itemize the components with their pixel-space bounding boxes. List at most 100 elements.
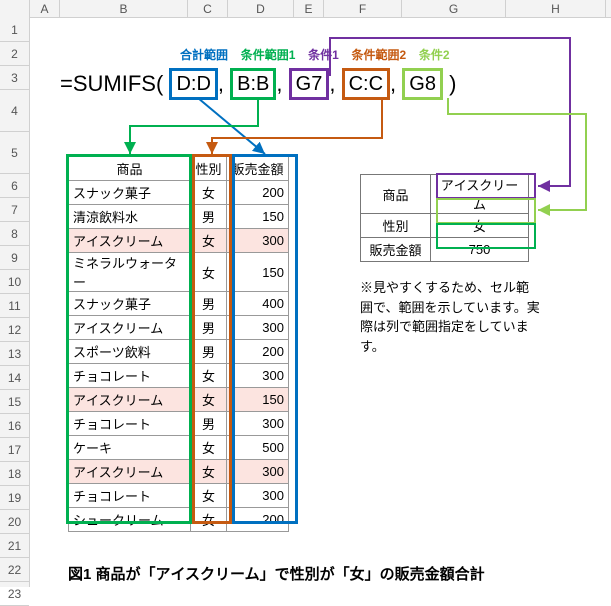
- cell-amount[interactable]: 150: [227, 388, 289, 412]
- cell-product[interactable]: ケーキ: [69, 436, 191, 460]
- table-row[interactable]: ケーキ女500: [69, 436, 289, 460]
- row-header-23[interactable]: 23: [0, 582, 29, 606]
- cell-product[interactable]: スナック菓子: [69, 181, 191, 205]
- col-header-D[interactable]: D: [228, 0, 294, 17]
- row-header-22[interactable]: 22: [0, 558, 29, 582]
- cell-amount[interactable]: 300: [227, 484, 289, 508]
- row-header-17[interactable]: 17: [0, 438, 29, 462]
- cell-sex[interactable]: 女: [191, 253, 227, 292]
- cell-sex[interactable]: 女: [191, 364, 227, 388]
- cell-sex[interactable]: 女: [191, 181, 227, 205]
- cell-amount[interactable]: 300: [227, 460, 289, 484]
- label-crit1: 条件1: [308, 46, 339, 63]
- formula-arg-labels: 合計範囲 条件範囲1 条件1 条件範囲2 条件2: [180, 46, 450, 63]
- label-crit-range1: 条件範囲1: [241, 46, 296, 63]
- row-header-8[interactable]: 8: [0, 222, 29, 246]
- cell-amount[interactable]: 150: [227, 205, 289, 229]
- row-header-7[interactable]: 7: [0, 198, 29, 222]
- cell-product[interactable]: スナック菓子: [69, 292, 191, 316]
- cell-amount[interactable]: 200: [227, 508, 289, 532]
- lookup-value[interactable]: 750: [431, 238, 529, 262]
- row-header-14[interactable]: 14: [0, 366, 29, 390]
- cell-product[interactable]: アイスクリーム: [69, 460, 191, 484]
- cell-product[interactable]: 清涼飲料水: [69, 205, 191, 229]
- cell-amount[interactable]: 300: [227, 229, 289, 253]
- row-header-13[interactable]: 13: [0, 342, 29, 366]
- cell-product[interactable]: チョコレート: [69, 364, 191, 388]
- table-row[interactable]: アイスクリーム女300: [69, 229, 289, 253]
- cell-sex[interactable]: 男: [191, 340, 227, 364]
- table-row[interactable]: アイスクリーム女150: [69, 388, 289, 412]
- arg-crit-range2: C:C: [342, 68, 390, 100]
- cell-product[interactable]: シュークリーム: [69, 508, 191, 532]
- cell-amount[interactable]: 300: [227, 316, 289, 340]
- cell-sex[interactable]: 女: [191, 229, 227, 253]
- row-header-5[interactable]: 5: [0, 132, 29, 174]
- row-header-19[interactable]: 19: [0, 486, 29, 510]
- row-header-18[interactable]: 18: [0, 462, 29, 486]
- col-header-B[interactable]: B: [60, 0, 188, 17]
- row-header-6[interactable]: 6: [0, 174, 29, 198]
- cell-sex[interactable]: 男: [191, 412, 227, 436]
- row-header-2[interactable]: 2: [0, 42, 29, 66]
- lookup-row: 商品アイスクリーム: [361, 175, 529, 214]
- col-header-G[interactable]: G: [402, 0, 506, 17]
- sheet-area: 合計範囲 条件範囲1 条件1 条件範囲2 条件2 =SUMIFS( D:D, B…: [30, 18, 611, 587]
- table-header-row: 商品 性別 販売金額: [69, 157, 289, 181]
- cell-product[interactable]: チョコレート: [69, 412, 191, 436]
- lookup-value[interactable]: 女: [431, 214, 529, 238]
- cell-amount[interactable]: 500: [227, 436, 289, 460]
- cell-sex[interactable]: 女: [191, 388, 227, 412]
- row-header-15[interactable]: 15: [0, 390, 29, 414]
- cell-sex[interactable]: 女: [191, 460, 227, 484]
- row-header-1[interactable]: 1: [0, 18, 29, 42]
- cell-product[interactable]: チョコレート: [69, 484, 191, 508]
- lookup-value[interactable]: アイスクリーム: [431, 175, 529, 214]
- cell-sex[interactable]: 男: [191, 316, 227, 340]
- cell-amount[interactable]: 200: [227, 181, 289, 205]
- cell-amount[interactable]: 300: [227, 412, 289, 436]
- col-header-A[interactable]: A: [30, 0, 60, 17]
- table-row[interactable]: シュークリーム女200: [69, 508, 289, 532]
- row-header-4[interactable]: 4: [0, 90, 29, 132]
- table-row[interactable]: アイスクリーム男300: [69, 316, 289, 340]
- row-header-21[interactable]: 21: [0, 534, 29, 558]
- cell-product[interactable]: スポーツ飲料: [69, 340, 191, 364]
- table-row[interactable]: ミネラルウォーター女150: [69, 253, 289, 292]
- table-row[interactable]: チョコレート女300: [69, 364, 289, 388]
- cell-amount[interactable]: 200: [227, 340, 289, 364]
- cell-amount[interactable]: 400: [227, 292, 289, 316]
- table-row[interactable]: スナック菓子男400: [69, 292, 289, 316]
- table-row[interactable]: チョコレート女300: [69, 484, 289, 508]
- cell-product[interactable]: アイスクリーム: [69, 388, 191, 412]
- cell-amount[interactable]: 300: [227, 364, 289, 388]
- cell-sex[interactable]: 女: [191, 508, 227, 532]
- cell-amount[interactable]: 150: [227, 253, 289, 292]
- cell-sex[interactable]: 女: [191, 436, 227, 460]
- formula-display: =SUMIFS( D:D, B:B, G7, C:C, G8 ): [60, 68, 456, 100]
- cell-sex[interactable]: 男: [191, 292, 227, 316]
- table-row[interactable]: スナック菓子女200: [69, 181, 289, 205]
- table-row[interactable]: スポーツ飲料男200: [69, 340, 289, 364]
- cell-product[interactable]: アイスクリーム: [69, 316, 191, 340]
- row-header-16[interactable]: 16: [0, 414, 29, 438]
- table-row[interactable]: 清涼飲料水男150: [69, 205, 289, 229]
- cell-sex[interactable]: 女: [191, 484, 227, 508]
- cell-product[interactable]: ミネラルウォーター: [69, 253, 191, 292]
- table-row[interactable]: チョコレート男300: [69, 412, 289, 436]
- row-header-20[interactable]: 20: [0, 510, 29, 534]
- row-header-10[interactable]: 10: [0, 270, 29, 294]
- col-header-F[interactable]: F: [324, 0, 402, 17]
- header-sex: 性別: [191, 157, 227, 181]
- row-header-12[interactable]: 12: [0, 318, 29, 342]
- col-header-H[interactable]: H: [506, 0, 606, 17]
- cell-sex[interactable]: 男: [191, 205, 227, 229]
- row-header-3[interactable]: 3: [0, 66, 29, 90]
- col-header-E[interactable]: E: [294, 0, 324, 17]
- formula-equals: =: [60, 71, 73, 96]
- col-header-C[interactable]: C: [188, 0, 228, 17]
- row-header-11[interactable]: 11: [0, 294, 29, 318]
- cell-product[interactable]: アイスクリーム: [69, 229, 191, 253]
- row-header-9[interactable]: 9: [0, 246, 29, 270]
- table-row[interactable]: アイスクリーム女300: [69, 460, 289, 484]
